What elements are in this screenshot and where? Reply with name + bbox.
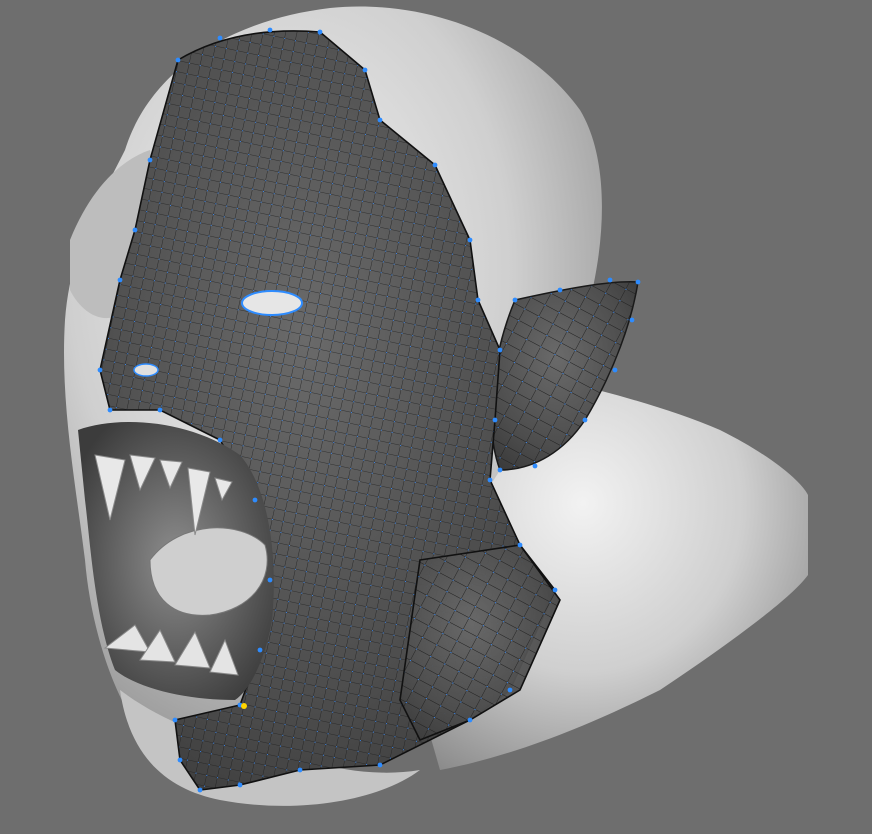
- viewport-canvas[interactable]: [0, 0, 872, 834]
- 3d-viewport[interactable]: [0, 0, 872, 834]
- active-vertex[interactable]: [241, 703, 247, 709]
- eye: [241, 290, 303, 316]
- nostril: [133, 363, 159, 377]
